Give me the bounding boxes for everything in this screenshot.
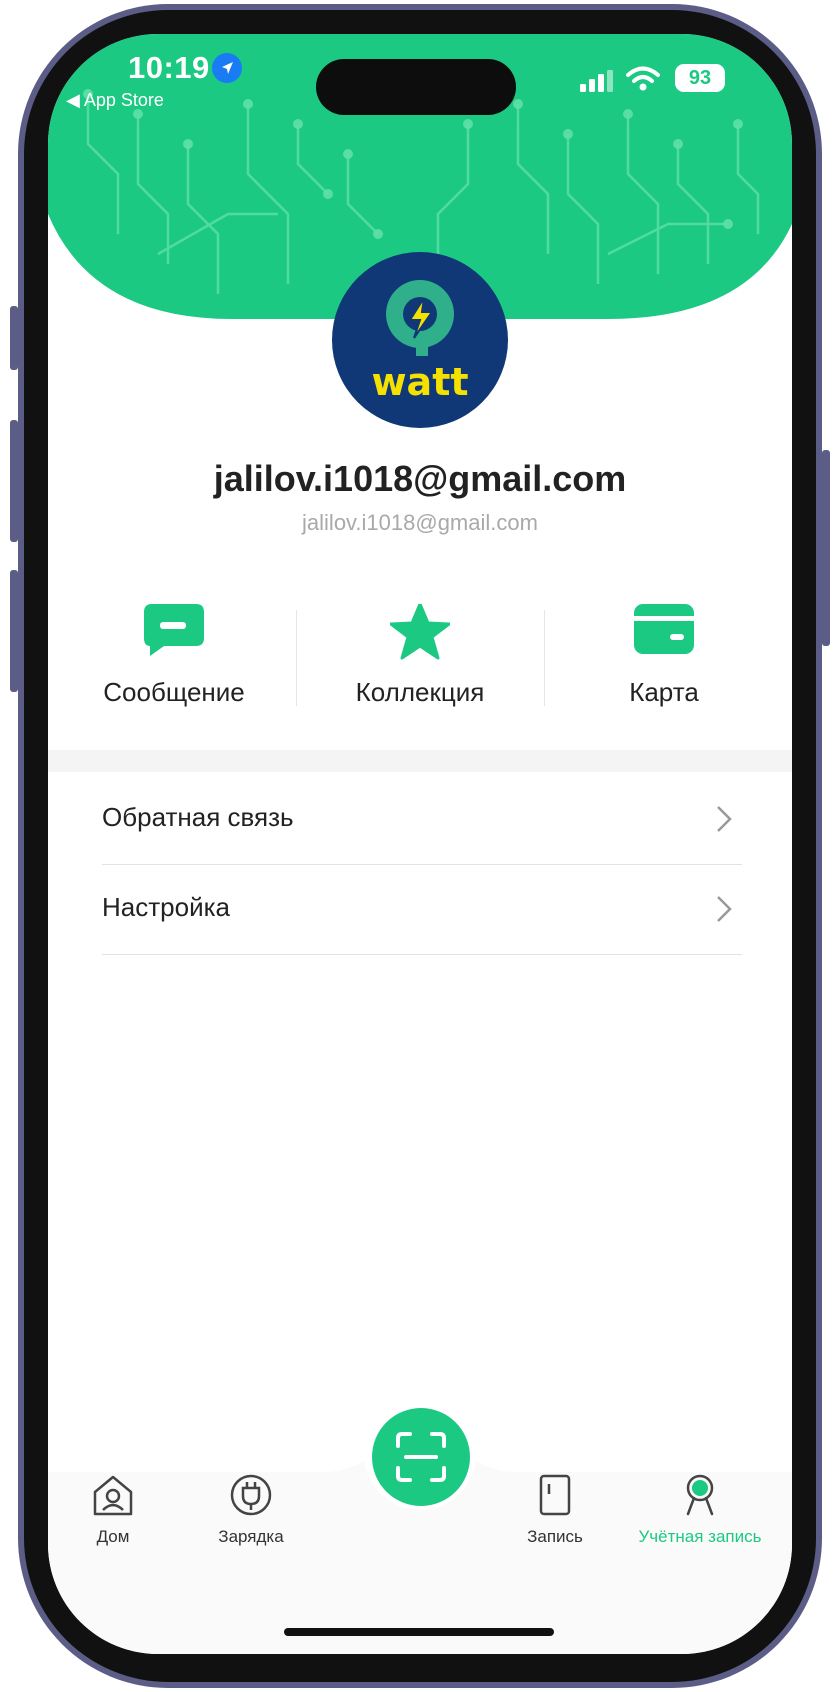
chevron-right-icon [717, 896, 732, 922]
dynamic-island [316, 59, 516, 115]
scan-icon [396, 1432, 446, 1482]
tab-home[interactable]: Дом [48, 1474, 178, 1547]
scan-button[interactable] [372, 1408, 470, 1506]
home-icon [93, 1475, 133, 1516]
side-button [10, 306, 18, 370]
tab-label: Запись [527, 1527, 583, 1546]
chevron-right-icon [717, 806, 732, 832]
quick-action-label: Карта [629, 677, 699, 707]
profile-name: jalilov.i1018@gmail.com [213, 458, 627, 499]
avatar[interactable]: watt [332, 252, 508, 428]
cellular-signal-icon [580, 70, 613, 92]
home-indicator [284, 1628, 554, 1636]
quick-action-label: Коллекция [355, 677, 485, 707]
menu-item-settings[interactable]: Настройка [102, 864, 742, 955]
status-time: 10:19 [128, 50, 210, 85]
tab-account[interactable]: Учётная запись [608, 1474, 792, 1547]
volume-down-button [10, 570, 18, 692]
tab-charging[interactable]: Зарядка [186, 1474, 316, 1547]
tab-record[interactable]: Запись [490, 1474, 620, 1547]
menu-item-label: Обратная связь [102, 802, 294, 832]
logo-mark-icon [386, 280, 454, 356]
wifi-icon [626, 66, 660, 91]
location-arrow-icon [212, 53, 242, 83]
record-icon [539, 1474, 571, 1516]
logo-text: watt [371, 360, 469, 404]
divider [544, 610, 545, 706]
account-icon [686, 1474, 714, 1516]
card-icon [634, 604, 694, 654]
quick-action-card[interactable]: Карта [548, 604, 780, 708]
message-icon [144, 604, 204, 656]
divider [296, 610, 297, 706]
tab-label: Учётная запись [638, 1527, 762, 1546]
profile-email: jalilov.i1018@gmail.com [302, 510, 538, 535]
quick-action-message[interactable]: Сообщение [58, 604, 290, 708]
quick-action-collection[interactable]: Коллекция [304, 602, 536, 708]
app-screen: 10:19 ◀ App Store 93 watt jalilov.i1018@… [48, 34, 792, 1654]
menu-item-label: Настройка [102, 892, 230, 922]
plug-icon [230, 1474, 272, 1516]
section-separator [48, 750, 792, 772]
menu-item-feedback[interactable]: Обратная связь [102, 774, 742, 865]
tab-label: Зарядка [218, 1527, 284, 1546]
tab-label: Дом [96, 1527, 130, 1546]
battery-indicator: 93 [675, 64, 725, 92]
star-icon [389, 602, 451, 660]
back-to-app-store-link[interactable]: ◀ App Store [66, 90, 164, 111]
quick-action-label: Сообщение [103, 677, 245, 707]
power-button [822, 450, 830, 646]
volume-up-button [10, 420, 18, 542]
